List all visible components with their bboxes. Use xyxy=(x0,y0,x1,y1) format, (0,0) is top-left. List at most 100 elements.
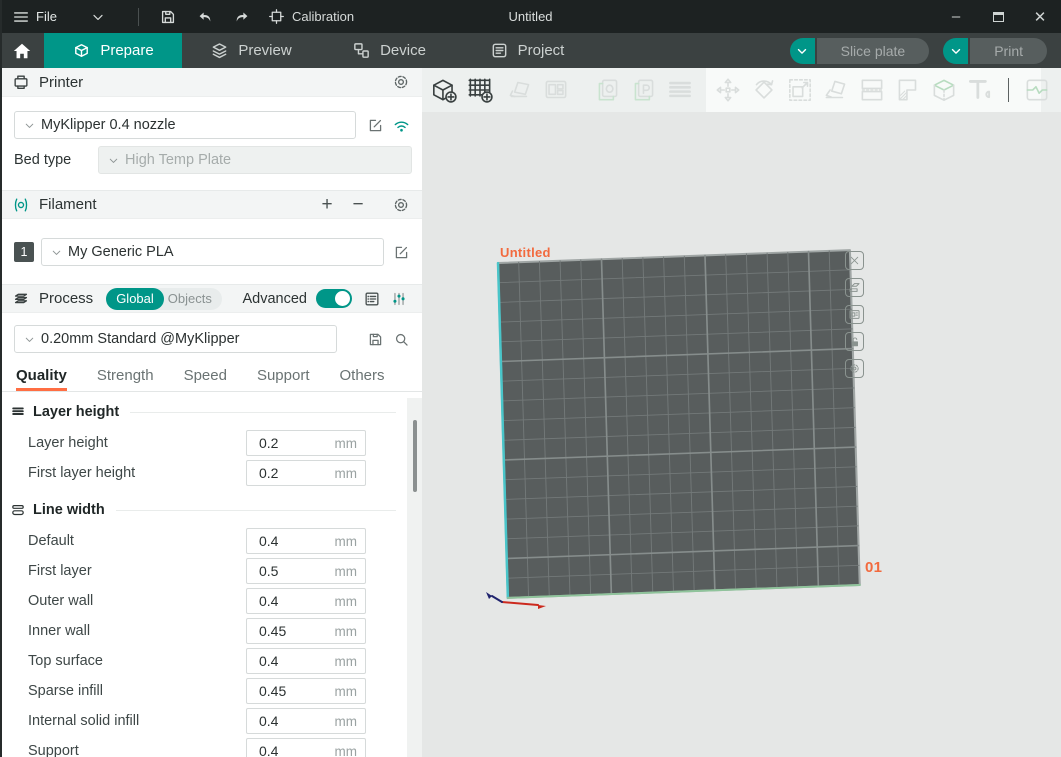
slice-options-chevron[interactable] xyxy=(790,38,815,64)
slice-plate-button[interactable]: Slice plate xyxy=(817,38,930,64)
add-object-button[interactable] xyxy=(426,72,462,108)
scale-tool-button[interactable] xyxy=(782,72,818,108)
tab-preview[interactable]: Preview xyxy=(182,33,320,68)
inner-wall-line-width-input[interactable]: 0.45 mm xyxy=(246,618,366,644)
setting-row: Outer wall 0.4 mm xyxy=(10,586,396,616)
support-painting-tool-button[interactable] xyxy=(926,72,962,108)
scope-objects-button[interactable]: Objects xyxy=(164,288,222,310)
group-title: Line width xyxy=(33,502,105,518)
filament-settings-gear-icon[interactable] xyxy=(392,196,410,214)
calibration-label: Calibration xyxy=(292,9,354,24)
plate-settings-button[interactable] xyxy=(845,359,864,378)
plate-arrange-button[interactable] xyxy=(845,278,864,297)
close-button[interactable]: ✕ xyxy=(1019,0,1061,33)
internal-solid-infill-line-width-input[interactable]: 0.4 mm xyxy=(246,708,366,734)
move-tool-button[interactable] xyxy=(710,72,746,108)
print-options-chevron[interactable] xyxy=(943,38,968,64)
printer-preset-select[interactable]: MyKlipper 0.4 nozzle xyxy=(14,111,356,139)
tab-others[interactable]: Others xyxy=(340,367,385,391)
calibration-button[interactable]: Calibration xyxy=(268,8,354,25)
print-button[interactable]: Print xyxy=(970,38,1047,64)
calibration-icon xyxy=(268,8,285,25)
setting-row: Internal solid infill 0.4 mm xyxy=(10,706,396,736)
text-tool-button[interactable] xyxy=(962,72,998,108)
add-plate-button[interactable] xyxy=(462,72,498,108)
advanced-toggle[interactable] xyxy=(316,289,352,308)
printer-settings-gear-icon[interactable] xyxy=(392,73,410,91)
layer-height-input[interactable]: 0.2 mm xyxy=(246,430,366,456)
rotate-tool-button[interactable] xyxy=(746,72,782,108)
auto-orient-button[interactable] xyxy=(502,72,538,108)
parameter-list-icon[interactable] xyxy=(361,288,383,310)
filament-section-header: Filament + − xyxy=(0,190,422,219)
redo-button[interactable] xyxy=(227,4,257,30)
save-button[interactable] xyxy=(153,4,183,30)
search-icon[interactable] xyxy=(390,328,412,350)
arrange-button[interactable] xyxy=(538,72,574,108)
support-line-width-input[interactable]: 0.4 mm xyxy=(246,738,366,757)
edit-filament-icon[interactable] xyxy=(390,241,412,263)
save-preset-icon[interactable] xyxy=(364,328,386,350)
chevron-down-icon xyxy=(23,333,36,346)
setting-unit: mm xyxy=(335,714,366,729)
setting-value: 0.2 xyxy=(247,435,278,451)
setting-row: Inner wall 0.45 mm xyxy=(10,616,396,646)
slice-plate-group: Slice plate xyxy=(790,38,930,64)
setting-value: 0.45 xyxy=(247,623,286,639)
group-rule xyxy=(116,510,396,511)
plate-layout-button[interactable] xyxy=(845,305,864,324)
viewport-3d[interactable]: Untitled 01 xyxy=(422,68,1061,757)
home-button[interactable] xyxy=(0,33,44,68)
tabbar-actions: Slice plate Print xyxy=(790,33,1061,68)
settings-scrollbar-thumb[interactable] xyxy=(413,420,417,492)
plate-name-label[interactable]: Untitled xyxy=(500,245,551,260)
tab-project-label: Project xyxy=(518,42,565,59)
sparse-infill-line-width-input[interactable]: 0.45 mm xyxy=(246,678,366,704)
file-dropdown-chevron[interactable] xyxy=(83,4,113,30)
cut-tool-button[interactable] xyxy=(854,72,890,108)
edit-printer-icon[interactable] xyxy=(364,114,386,136)
compare-presets-icon[interactable] xyxy=(388,288,410,310)
first-layer-line-width-input[interactable]: 0.5 mm xyxy=(246,558,366,584)
bed-type-select[interactable]: High Temp Plate xyxy=(98,146,412,174)
setting-label: Layer height xyxy=(28,435,246,451)
maximize-button[interactable] xyxy=(977,0,1019,33)
plate-lock-button[interactable] xyxy=(845,332,864,351)
paste-button[interactable] xyxy=(626,72,662,108)
tab-project[interactable]: Project xyxy=(458,33,596,68)
filament-preset-select[interactable]: My Generic PLA xyxy=(41,238,384,266)
tab-device[interactable]: Device xyxy=(320,33,458,68)
setting-label: Default xyxy=(28,533,246,549)
setting-unit: mm xyxy=(335,466,366,481)
minimize-button[interactable]: – xyxy=(935,0,977,33)
plate-actions xyxy=(845,251,864,378)
seam-painting-tool-button[interactable] xyxy=(1019,72,1055,108)
setting-label: Inner wall xyxy=(28,623,246,639)
undo-button[interactable] xyxy=(190,4,220,30)
filament-section-title: Filament xyxy=(39,196,97,213)
add-filament-button[interactable]: + xyxy=(316,195,338,214)
plate-delete-button[interactable] xyxy=(845,251,864,270)
copy-button[interactable] xyxy=(590,72,626,108)
file-menu[interactable]: File xyxy=(12,8,57,26)
scope-global-button[interactable]: Global xyxy=(106,288,164,310)
top-surface-line-width-input[interactable]: 0.4 mm xyxy=(246,648,366,674)
process-preset-select[interactable]: 0.20mm Standard @MyKlipper xyxy=(14,325,337,353)
lay-on-face-tool-button[interactable] xyxy=(818,72,854,108)
setting-label: Sparse infill xyxy=(28,683,246,699)
variable-layer-height-tool-button[interactable] xyxy=(890,72,926,108)
build-plate-canvas[interactable] xyxy=(422,68,1061,757)
tab-prepare[interactable]: Prepare xyxy=(44,33,182,68)
first-layer-height-input[interactable]: 0.2 mm xyxy=(246,460,366,486)
tab-speed[interactable]: Speed xyxy=(184,367,227,391)
tab-quality[interactable]: Quality xyxy=(16,367,67,391)
tab-support[interactable]: Support xyxy=(257,367,310,391)
remove-filament-button[interactable]: − xyxy=(347,195,369,214)
outer-wall-line-width-input[interactable]: 0.4 mm xyxy=(246,588,366,614)
default-line-width-input[interactable]: 0.4 mm xyxy=(246,528,366,554)
tab-strength[interactable]: Strength xyxy=(97,367,154,391)
advanced-label: Advanced xyxy=(243,291,308,307)
setting-unit: mm xyxy=(335,654,366,669)
object-list-button[interactable] xyxy=(662,72,698,108)
wifi-connection-icon[interactable] xyxy=(390,114,412,136)
